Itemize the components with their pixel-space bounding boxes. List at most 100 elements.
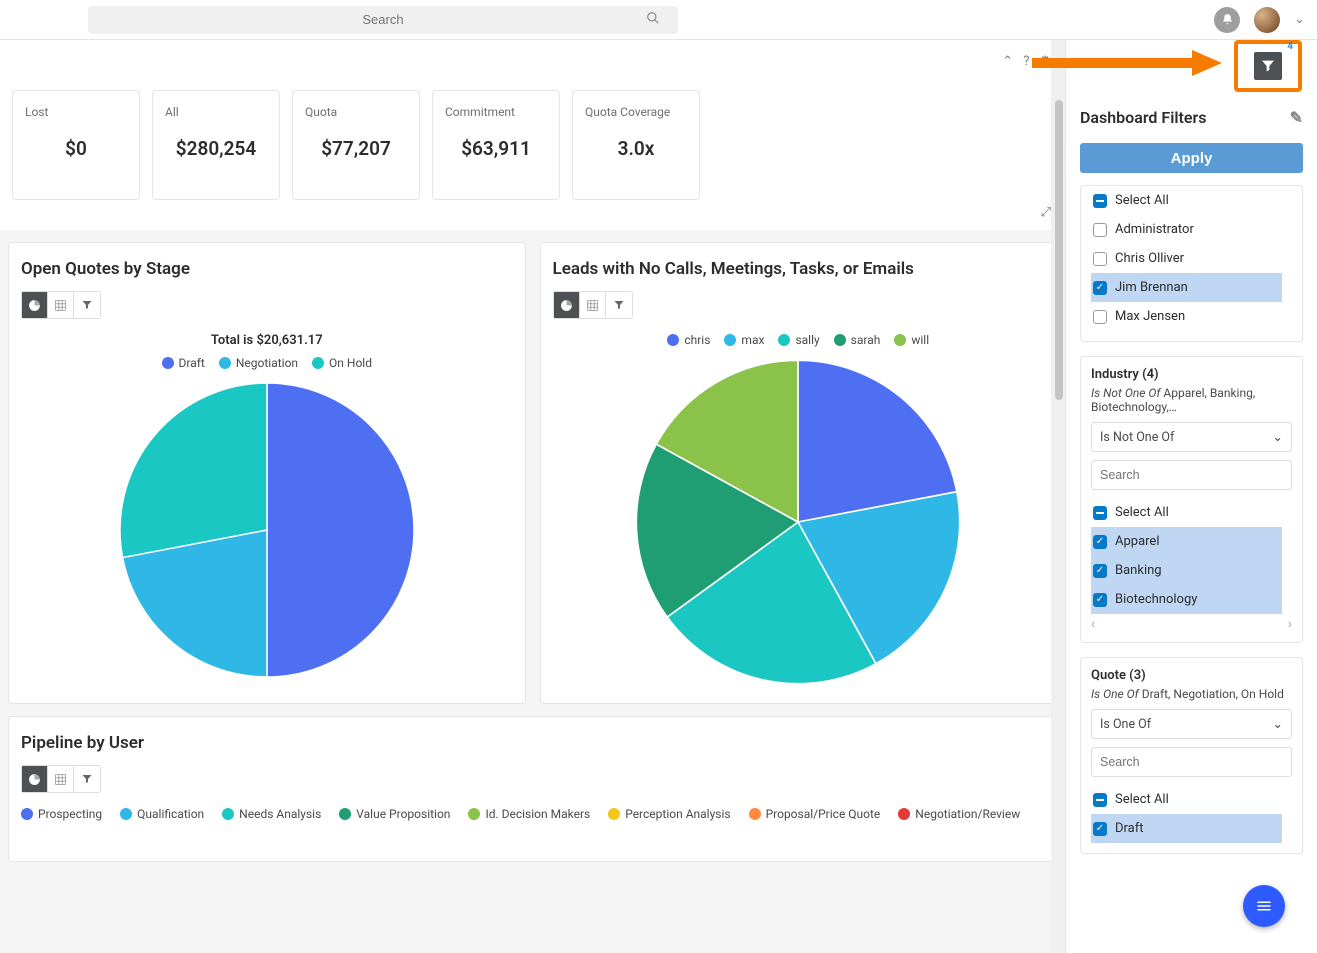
legend-item[interactable]: chris xyxy=(667,333,710,347)
legend-item[interactable]: Negotiation xyxy=(219,356,298,370)
chart-total: Total is $20,631.17 xyxy=(21,333,513,348)
legend-dot-icon xyxy=(219,357,231,369)
table-view-button[interactable] xyxy=(580,292,606,318)
legend-item[interactable]: will xyxy=(894,333,929,347)
filter-chart-button[interactable] xyxy=(74,766,100,792)
select-all-row[interactable]: Select All xyxy=(1091,186,1292,215)
checkbox-row[interactable]: Draft xyxy=(1091,814,1282,843)
checkbox-row[interactable]: Jim Brennan xyxy=(1091,273,1282,302)
chart-title: Open Quotes by Stage xyxy=(21,259,513,279)
kpi-label: Quota Coverage xyxy=(585,105,687,119)
filter-chart-button[interactable] xyxy=(606,292,632,318)
kpi-value: $77,207 xyxy=(305,137,407,160)
legend-item[interactable]: Proposal/Price Quote xyxy=(749,807,881,821)
chart-title: Leads with No Calls, Meetings, Tasks, or… xyxy=(553,259,1045,279)
legend-item[interactable]: Prospecting xyxy=(21,807,102,821)
pie-chart-leads xyxy=(633,357,963,687)
dashboard-filter-button[interactable]: 4 xyxy=(1254,52,1282,80)
kpi-card[interactable]: Lost$0 xyxy=(12,90,140,200)
legend-dot-icon xyxy=(21,808,33,820)
legend-item[interactable]: Needs Analysis xyxy=(222,807,321,821)
kpi-card[interactable]: Quota $77,207 xyxy=(292,90,420,200)
table-view-button[interactable] xyxy=(48,766,74,792)
legend-item[interactable]: Perception Analysis xyxy=(608,807,730,821)
help-fab[interactable] xyxy=(1243,885,1285,927)
filter-group-user: Select All AdministratorChris OlliverJim… xyxy=(1080,185,1303,342)
checkbox-icon xyxy=(1093,310,1107,324)
legend-item[interactable]: Draft xyxy=(162,356,205,370)
kpi-card[interactable]: Quota Coverage 3.0x xyxy=(572,90,700,200)
legend-dot-icon xyxy=(162,357,174,369)
checkbox-icon xyxy=(1093,822,1107,836)
filter-group-quote: Quote (3) Is One Of Draft, Negotiation, … xyxy=(1080,657,1303,854)
checkbox-row[interactable]: Max Jensen xyxy=(1091,302,1282,331)
kpi-label: All xyxy=(165,105,267,119)
chart-view-button[interactable] xyxy=(554,292,580,318)
scroll-left-icon[interactable]: ‹ xyxy=(1091,616,1095,632)
kpi-value: $63,911 xyxy=(445,137,547,160)
notifications-icon[interactable] xyxy=(1214,7,1240,33)
edit-icon[interactable]: ✎ xyxy=(1290,108,1303,127)
kpi-value: 3.0x xyxy=(585,137,687,160)
chart-view-button[interactable] xyxy=(22,292,48,318)
legend-item[interactable]: Id. Decision Makers xyxy=(468,807,590,821)
filter-search-input[interactable] xyxy=(1091,747,1292,777)
legend-item[interactable]: Qualification xyxy=(120,807,204,821)
table-view-button[interactable] xyxy=(48,292,74,318)
filter-search-input[interactable] xyxy=(1091,460,1292,490)
scroll-right-icon[interactable]: › xyxy=(1288,616,1292,632)
select-all-row[interactable]: Select All xyxy=(1091,785,1292,814)
search-input[interactable] xyxy=(88,12,678,27)
kpi-card[interactable]: All $280,254 xyxy=(152,90,280,200)
kpi-card[interactable]: Commitment $63,911 xyxy=(432,90,560,200)
apply-button[interactable]: Apply xyxy=(1080,143,1303,173)
filter-chart-button[interactable] xyxy=(74,292,100,318)
filter-group-desc: Is One Of Draft, Negotiation, On Hold xyxy=(1091,687,1292,701)
chevron-down-icon[interactable]: ⌄ xyxy=(1294,12,1305,27)
kpi-value: $280,254 xyxy=(165,137,267,160)
checkbox-row[interactable]: Administrator xyxy=(1091,215,1282,244)
checkbox-icon xyxy=(1093,535,1107,549)
dashboard-filters-sidebar: Dashboard Filters ✎ Apply Select All Adm… xyxy=(1065,40,1317,953)
checkbox-row[interactable]: Banking xyxy=(1091,556,1282,585)
legend-item[interactable]: sarah xyxy=(834,333,881,347)
global-search[interactable] xyxy=(88,6,678,34)
filter-group-title: Quote (3) xyxy=(1091,668,1292,683)
legend-dot-icon xyxy=(778,334,790,346)
legend-item[interactable]: Value Proposition xyxy=(339,807,450,821)
checkbox-row[interactable]: Biotechnology xyxy=(1091,585,1282,614)
search-icon xyxy=(646,11,660,29)
legend-item[interactable]: max xyxy=(724,333,764,347)
operator-select[interactable]: Is Not One Of⌄ xyxy=(1091,422,1292,452)
checkbox-icon xyxy=(1093,564,1107,578)
chart-view-button[interactable] xyxy=(22,766,48,792)
help-icon[interactable]: ? xyxy=(1023,54,1029,69)
chevron-down-icon: ⌄ xyxy=(1273,716,1283,732)
checkbox-icon xyxy=(1093,252,1107,266)
filter-group-desc: Is Not One Of Apparel, Banking, Biotechn… xyxy=(1091,386,1292,414)
checkbox-row[interactable]: Chris Olliver xyxy=(1091,244,1282,273)
callout-arrow xyxy=(1032,48,1222,78)
user-avatar[interactable] xyxy=(1254,7,1280,33)
collapse-icon[interactable]: ⌃ xyxy=(1002,54,1013,69)
legend-dot-icon xyxy=(894,334,906,346)
filter-group-title: Industry (4) xyxy=(1091,367,1292,382)
legend-item[interactable]: On Hold xyxy=(312,356,372,370)
open-quotes-panel: Open Quotes by Stage Total is $20,631.17… xyxy=(8,242,526,704)
operator-select[interactable]: Is One Of⌄ xyxy=(1091,709,1292,739)
checkbox-row[interactable]: Apparel xyxy=(1091,527,1282,556)
legend-dot-icon xyxy=(898,808,910,820)
legend-dot-icon xyxy=(468,808,480,820)
expand-icon[interactable]: ⤢ xyxy=(1041,205,1051,220)
checkbox-partial-icon xyxy=(1093,506,1107,520)
content-scrollbar[interactable] xyxy=(1051,40,1065,953)
chart-title: Pipeline by User xyxy=(21,733,1044,753)
legend-item[interactable]: sally xyxy=(778,333,819,347)
legend-item[interactable]: Negotiation/Review xyxy=(898,807,1020,821)
kpi-label: Quota xyxy=(305,105,407,119)
pipeline-panel: Pipeline by User Prospecting Qualificatio… xyxy=(8,716,1057,862)
checkbox-partial-icon xyxy=(1093,194,1107,208)
select-all-row[interactable]: Select All xyxy=(1091,498,1292,527)
legend-dot-icon xyxy=(724,334,736,346)
kpi-label: Commitment xyxy=(445,105,547,119)
